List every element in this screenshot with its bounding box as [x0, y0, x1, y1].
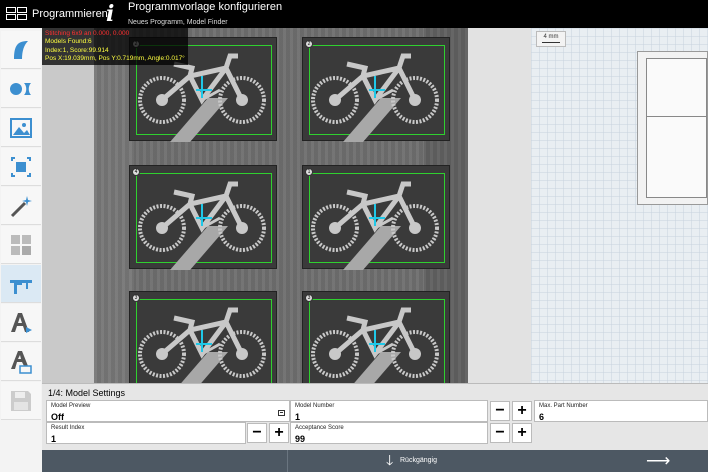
detected-part[interactable]: 1: [302, 165, 450, 270]
magic-wand-icon: [10, 195, 32, 217]
image-icon: [10, 117, 32, 138]
result-overlay: Stitching 6x9 an 0.000, 0.000 Models Fou…: [42, 28, 188, 66]
circle-shapes-icon: [10, 82, 31, 95]
part-number: 2: [305, 40, 313, 48]
pattern-grid-icon: [11, 234, 31, 255]
model-preview-label: Model Preview: [51, 403, 91, 409]
tool-pattern-grid[interactable]: [1, 226, 41, 264]
tool-crop[interactable]: [1, 148, 41, 186]
overview-panel[interactable]: 4 mm: [531, 28, 708, 383]
bike-model-icon: [138, 307, 266, 383]
result-index-label: Result Index: [51, 425, 85, 431]
bike-model-icon: [311, 53, 439, 142]
camera-image-view[interactable]: 2 2: [42, 28, 531, 383]
scale-badge: 4 mm: [536, 31, 566, 47]
max-part-number-field[interactable]: Max. Part Number 6: [534, 400, 708, 422]
detected-part[interactable]: 2: [302, 37, 450, 142]
acceptance-score-plus-button[interactable]: +: [512, 423, 532, 443]
tool-text-layers[interactable]: [1, 343, 41, 381]
part-number: 1: [305, 168, 313, 176]
tool-sidebar: [0, 28, 42, 472]
overlay-index-score: Index:1, Score:99.914: [45, 46, 109, 54]
breadcrumb: Neues Programm, Model Finder: [128, 19, 228, 26]
top-bar: Programmieren i Programmvorlage konfigur…: [0, 0, 708, 28]
detected-part[interactable]: 4: [129, 165, 277, 270]
next-button[interactable]: ⟶: [534, 450, 708, 472]
result-index-value: 1: [51, 434, 57, 444]
tool-circle-shapes[interactable]: [1, 70, 41, 108]
tool-image[interactable]: [1, 109, 41, 147]
result-index-plus-button[interactable]: +: [269, 423, 289, 443]
part-number: 4: [132, 168, 140, 176]
result-index-field[interactable]: Result Index 1: [46, 422, 246, 444]
save-icon: [11, 390, 31, 411]
crop-icon: [11, 156, 31, 177]
arrow-down-icon: 🡓: [386, 452, 394, 468]
overlay-stitching: Stitching 6x9 an 0.000, 0.000: [45, 30, 130, 37]
model-settings-panel: 1/4: Model Settings Model Preview Off Mo…: [42, 383, 708, 450]
bottom-action-bar: 🡓 Rückgängig ⟶: [42, 450, 708, 472]
bike-model-icon: [138, 181, 266, 270]
tool-shape[interactable]: [1, 31, 41, 69]
image-background-left: [42, 28, 94, 383]
acceptance-score-minus-button[interactable]: −: [490, 423, 510, 443]
acceptance-score-label: Acceptance Score: [295, 425, 344, 431]
model-number-field[interactable]: Model Number 1: [290, 400, 488, 422]
image-background-right: [468, 28, 531, 383]
part-number: 3: [132, 294, 140, 302]
max-part-number-label: Max. Part Number: [539, 403, 588, 409]
program-grid-icon[interactable]: [6, 7, 28, 21]
preview-divider: [646, 116, 707, 117]
max-part-number-value: 6: [539, 412, 545, 422]
app-title[interactable]: Programmieren: [32, 8, 108, 20]
model-preview-select[interactable]: Model Preview Off: [46, 400, 290, 422]
model-number-plus-button[interactable]: +: [512, 401, 532, 421]
undo-button[interactable]: 🡓 Rückgängig: [288, 450, 534, 472]
settings-title: 1/4: Model Settings: [48, 388, 126, 398]
tool-caliper[interactable]: [1, 265, 41, 303]
part-number: 3: [305, 294, 313, 302]
app-window: Programmieren i Programmvorlage konfigur…: [0, 0, 708, 472]
text-a-icon: [11, 312, 32, 333]
model-number-value: 1: [295, 412, 301, 422]
overlay-position: Pos X:19.039mm, Pos Y:0.719mm, Angle:0.0…: [45, 54, 185, 62]
result-index-minus-button[interactable]: −: [247, 423, 267, 443]
overlay-models-found: Models Found:6: [45, 38, 92, 46]
tool-magic-wand[interactable]: [1, 187, 41, 225]
detected-part[interactable]: 3: [129, 291, 277, 383]
detected-part[interactable]: 3: [302, 291, 450, 383]
tool-text-a[interactable]: [1, 304, 41, 342]
tool-save[interactable]: [1, 382, 41, 420]
text-layers-icon: [11, 350, 32, 374]
model-number-label: Model Number: [295, 403, 335, 409]
page-title: Programmvorlage konfigurieren: [128, 1, 283, 13]
info-icon[interactable]: i: [106, 1, 114, 27]
preview-frame: [646, 58, 707, 198]
bike-model-icon: [311, 181, 439, 270]
acceptance-score-field[interactable]: Acceptance Score 99: [290, 422, 488, 444]
acceptance-score-value: 99: [295, 434, 306, 444]
model-number-minus-button[interactable]: −: [490, 401, 510, 421]
list-icon: [278, 410, 285, 416]
bike-model-icon: [311, 307, 439, 383]
shape-icon: [14, 40, 28, 59]
overview-preview[interactable]: [637, 51, 708, 205]
caliper-icon: [10, 279, 32, 294]
bottom-bar-empty-segment: [42, 450, 288, 472]
undo-label: Rückgängig: [400, 457, 437, 464]
arrow-right-icon: ⟶: [646, 451, 671, 470]
model-preview-value: Off: [51, 412, 64, 422]
